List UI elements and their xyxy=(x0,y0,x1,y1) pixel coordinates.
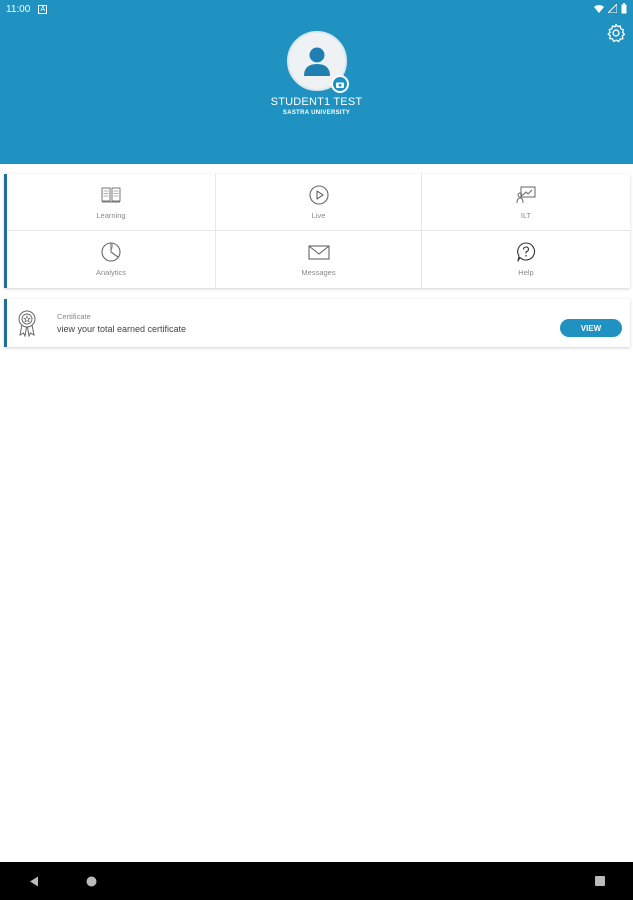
gear-icon[interactable] xyxy=(605,22,627,44)
menu-item-help[interactable]: Help xyxy=(422,231,630,288)
menu-item-label: ILT xyxy=(520,211,532,220)
pie-chart-icon xyxy=(101,242,121,262)
battery-icon xyxy=(621,3,627,14)
back-button[interactable] xyxy=(14,862,54,900)
book-icon xyxy=(101,187,121,203)
presentation-icon xyxy=(516,186,536,204)
avatar[interactable] xyxy=(287,31,349,93)
question-bubble-icon xyxy=(517,242,536,262)
cellular-icon xyxy=(608,4,617,13)
user-icon xyxy=(304,47,330,76)
menu-grid: Learning Live ILT Analytics Messages Hel… xyxy=(4,174,630,288)
camera-icon[interactable] xyxy=(331,75,349,93)
menu-item-label: Messages xyxy=(301,268,336,277)
status-time: 11:00 xyxy=(6,3,31,15)
status-bar: 11:00 A xyxy=(0,0,633,18)
menu-item-label: Live xyxy=(311,211,326,220)
certificate-title: Certificate xyxy=(57,312,91,321)
view-certificate-button[interactable]: VIEW xyxy=(560,319,622,337)
certificate-card: Certificate view your total earned certi… xyxy=(4,299,630,347)
profile-header: STUDENT1 TEST SASTRA UNIVERSITY xyxy=(0,18,633,164)
user-name: STUDENT1 TEST xyxy=(270,96,363,108)
certificate-subtitle: view your total earned certificate xyxy=(57,324,187,334)
back-triangle-icon xyxy=(30,876,38,886)
home-circle-icon xyxy=(86,876,96,886)
navigation-bar xyxy=(0,862,633,900)
menu-item-label: Learning xyxy=(96,211,126,220)
menu-item-messages[interactable]: Messages xyxy=(216,231,422,288)
play-circle-icon xyxy=(308,185,329,205)
menu-item-analytics[interactable]: Analytics xyxy=(7,231,216,288)
menu-item-learning[interactable]: Learning xyxy=(7,174,216,231)
menu-item-live[interactable]: Live xyxy=(216,174,422,231)
notification-icon: A xyxy=(38,4,48,14)
menu-item-label: Help xyxy=(518,268,534,277)
award-icon xyxy=(18,310,36,337)
recents-square-icon xyxy=(595,876,605,886)
user-organization: SASTRA UNIVERSITY xyxy=(282,110,351,116)
menu-item-label: Analytics xyxy=(95,268,126,277)
wifi-icon xyxy=(594,5,604,13)
status-indicators xyxy=(594,3,627,14)
home-button[interactable] xyxy=(71,862,111,900)
envelope-icon xyxy=(307,245,330,260)
recents-button[interactable] xyxy=(580,862,620,900)
menu-item-ilt[interactable]: ILT xyxy=(422,174,630,231)
